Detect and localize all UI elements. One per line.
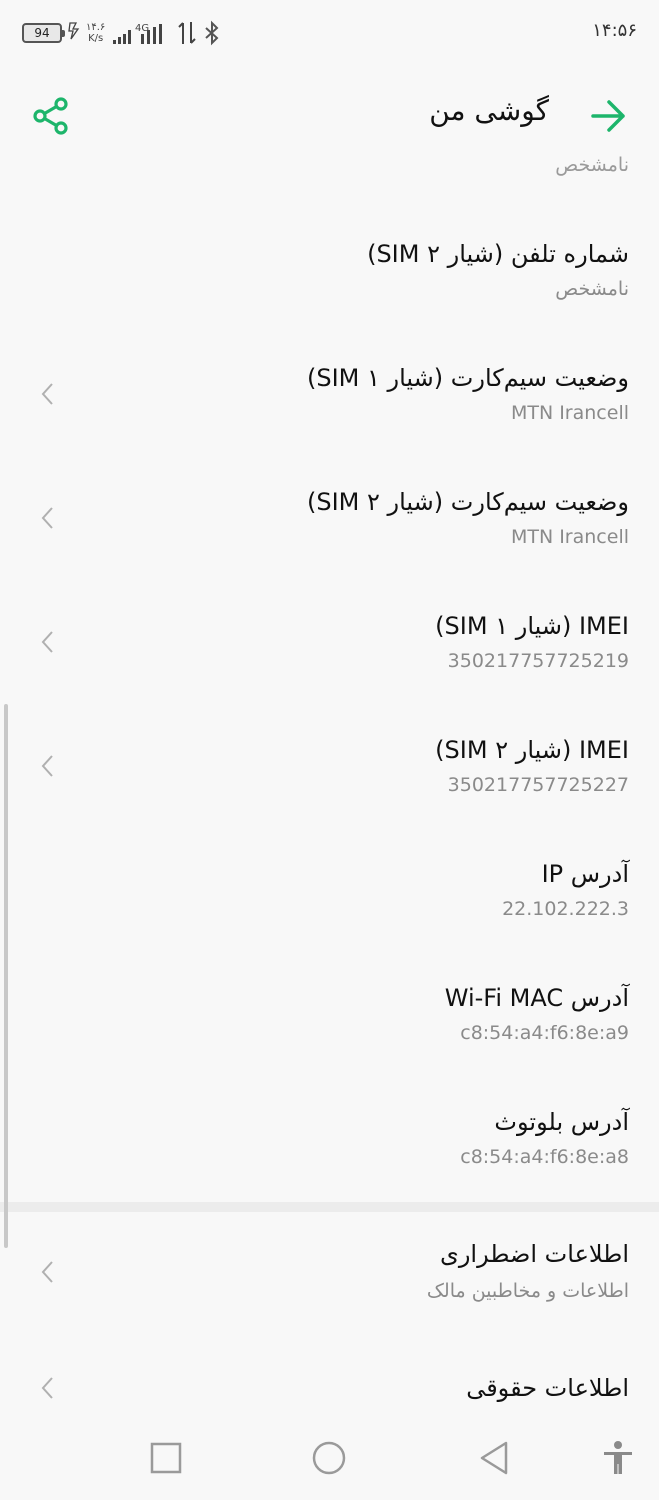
list-item-title: وضعیت سیم‌کارت (شیار ۲ SIM) [306,488,629,516]
list-item-emergency-info[interactable]: اطلاعات اضطراری اطلاعات و مخاطبین مالک [0,1240,659,1364]
triangle-back-icon[interactable] [474,1438,514,1478]
circle-icon[interactable] [309,1438,349,1478]
charging-icon [68,22,80,44]
status-time: ۱۴:۵۶ [592,20,637,41]
chevron-left-icon [41,383,53,405]
chevron-left-icon [41,755,53,777]
scrollbar[interactable] [4,704,8,1248]
list-item-title: IMEI (شیار ۲ SIM) [435,736,629,764]
section-divider [0,1202,659,1212]
page-title: گوشی من [429,94,549,127]
accessibility-icon[interactable] [598,1438,638,1478]
list-item-title: وضعیت سیم‌کارت (شیار ۱ SIM) [306,364,629,392]
list-item-phone-sim2[interactable]: شماره تلفن (شیار ۲ SIM) نامشخص [0,234,659,358]
signal-icon: 4G [113,23,163,44]
status-bar: 94 ۱۴.۶ K/s 4G ۱۴:۵۶ [0,0,659,66]
list-item-title: آدرس IP [541,860,629,888]
list-item-subtitle: c8:54:a4:f6:8e:a8 [460,1146,629,1168]
chevron-left-icon [41,507,53,529]
chevron-left-icon [41,1261,53,1283]
list-item-title: اطلاعات حقوقی [466,1374,629,1402]
list-item-title: IMEI (شیار ۱ SIM) [435,612,629,640]
list-item-sim2-status[interactable]: وضعیت سیم‌کارت (شیار ۲ SIM) MTN Irancell [0,482,659,606]
status-icons: 94 ۱۴.۶ K/s 4G [22,18,221,48]
list-item-subtitle: اطلاعات و مخاطبین مالک [426,1280,629,1302]
network-speed: ۱۴.۶ K/s [86,22,105,44]
speed-value: ۱۴.۶ [86,22,106,33]
speed-unit: K/s [88,33,104,44]
settings-list: نامشخص شماره تلفن (شیار ۲ SIM) نامشخص وض… [0,150,659,1420]
list-item-imei-sim2[interactable]: IMEI (شیار ۲ SIM) 350217757725227 [0,730,659,854]
battery-level: 94 [34,26,50,40]
list-item-title: اطلاعات اضطراری [440,1240,629,1268]
list-item-subtitle: MTN Irancell [510,526,629,548]
arrow-right-icon[interactable] [589,96,629,136]
list-item-subtitle: MTN Irancell [510,402,629,424]
share-icon[interactable] [32,96,70,136]
data-transfer-icon [178,22,197,44]
list-item-subtitle: نامشخص [555,278,629,300]
list-item-title: آدرس Wi-Fi MAC [444,984,629,1012]
square-icon[interactable] [146,1438,186,1478]
partial-row-subtitle: نامشخص [555,154,629,176]
list-item-subtitle: 22.102.222.3 [502,898,629,920]
bluetooth-icon [205,20,219,46]
list-item-imei-sim1[interactable]: IMEI (شیار ۱ SIM) 350217757725219 [0,606,659,730]
list-item-subtitle: 350217757725227 [447,774,629,796]
list-item-title: آدرس بلوتوث [494,1108,629,1136]
battery-icon: 94 [22,23,65,43]
chevron-left-icon [41,631,53,653]
list-item-subtitle: 350217757725219 [447,650,629,672]
list-item-ip-address[interactable]: آدرس IP 22.102.222.3 [0,854,659,978]
list-item-subtitle: c8:54:a4:f6:8e:a9 [460,1022,629,1044]
list-item-legal-info[interactable]: اطلاعات حقوقی [0,1370,659,1420]
list-item-title: شماره تلفن (شیار ۲ SIM) [367,240,629,268]
navigation-bar [0,1420,659,1500]
list-item-wifi-mac[interactable]: آدرس Wi-Fi MAC c8:54:a4:f6:8e:a9 [0,978,659,1102]
chevron-left-icon [41,1377,53,1399]
list-item-sim1-status[interactable]: وضعیت سیم‌کارت (شیار ۱ SIM) MTN Irancell [0,358,659,482]
